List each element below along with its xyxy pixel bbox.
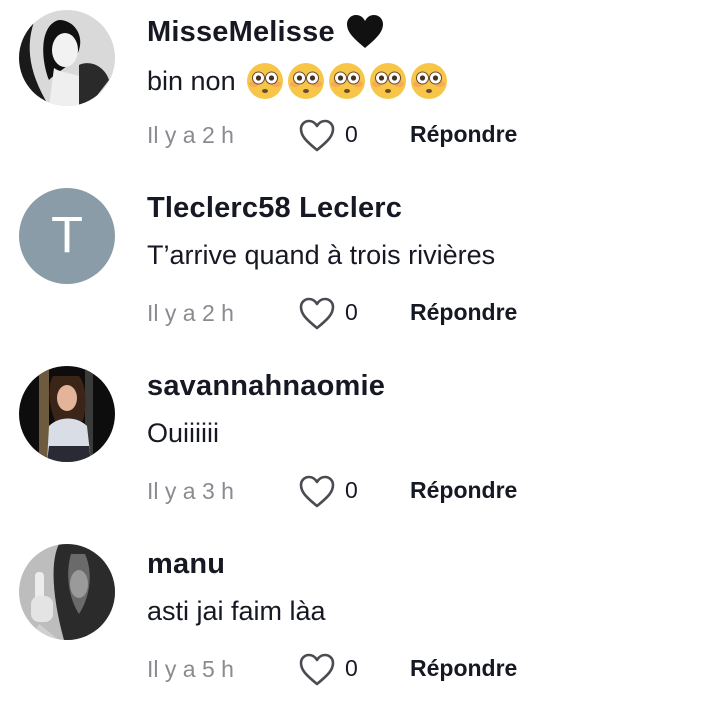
like-count: 0 [345, 121, 358, 147]
like-count: 0 [345, 477, 358, 503]
comment-text: T’arrive quand à trois rivières [147, 240, 495, 271]
comment-item: MisseMelisse bin non Il y a 2 h 0 Répond… [0, 0, 704, 178]
avatar-letter: T [19, 188, 115, 284]
reply-button[interactable]: Répondre [410, 299, 517, 326]
like-count: 0 [345, 655, 358, 681]
like-button[interactable] [297, 118, 337, 154]
comment-list: MisseMelisse bin non Il y a 2 h 0 Répond… [0, 0, 704, 720]
comment-item: savannahnaomie Ouiiiiii Il y a 3 h 0 Rép… [0, 356, 704, 534]
avatar[interactable] [19, 366, 115, 462]
comment-text-content: bin non [147, 65, 236, 96]
comment-text: Ouiiiiii [147, 418, 219, 449]
heart-outline-icon [299, 297, 335, 330]
comment-meta: Il y a 5 h 0 Répondre [147, 652, 667, 688]
comment-time: Il y a 3 h [147, 478, 234, 504]
flushed-face-icon [287, 63, 324, 99]
heart-outline-icon [299, 653, 335, 686]
emoji-row [246, 62, 448, 100]
comment-username[interactable]: manu [147, 548, 225, 581]
reply-button[interactable]: Répondre [410, 655, 517, 682]
avatar-photo [19, 366, 115, 462]
comment-text-content: asti jai faim làa [147, 596, 326, 626]
flushed-face-icon [410, 63, 447, 99]
like-button[interactable] [297, 652, 337, 688]
like-button[interactable] [297, 474, 337, 510]
black-heart-icon [345, 14, 385, 50]
comment-username[interactable]: Tleclerc58 Leclerc [147, 192, 402, 225]
flushed-face-icon [246, 63, 283, 99]
reply-button[interactable]: Répondre [410, 121, 517, 148]
comment-item: T Tleclerc58 Leclerc T’arrive quand à tr… [0, 178, 704, 356]
avatar[interactable] [19, 10, 115, 106]
username-text[interactable]: Tleclerc58 Leclerc [147, 192, 402, 225]
flushed-face-icon [369, 63, 406, 99]
flushed-face-icon [328, 63, 365, 99]
comment-username[interactable]: savannahnaomie [147, 370, 385, 403]
username-text[interactable]: MisseMelisse [147, 16, 335, 49]
avatar-photo [19, 544, 115, 640]
like-count: 0 [345, 299, 358, 325]
comment-text-content: T’arrive quand à trois rivières [147, 240, 496, 270]
comment-text: asti jai faim làa [147, 596, 326, 627]
comment-meta: Il y a 2 h 0 Répondre [147, 118, 667, 154]
comment-time: Il y a 2 h [147, 300, 234, 326]
comment-meta: Il y a 3 h 0 Répondre [147, 474, 667, 510]
username-text[interactable]: manu [147, 548, 225, 581]
comment-time: Il y a 5 h [147, 656, 234, 682]
username-text[interactable]: savannahnaomie [147, 370, 385, 403]
like-button[interactable] [297, 296, 337, 332]
comment-username[interactable]: MisseMelisse [147, 14, 385, 50]
comment-item: manu asti jai faim làa Il y a 5 h 0 Répo… [0, 534, 704, 712]
comment-text: bin non [147, 62, 448, 100]
comment-time: Il y a 2 h [147, 122, 234, 148]
avatar[interactable] [19, 544, 115, 640]
avatar-photo [19, 10, 115, 106]
comment-text-content: Ouiiiiii [147, 418, 220, 448]
avatar[interactable]: T [19, 188, 115, 284]
heart-outline-icon [299, 119, 335, 152]
reply-button[interactable]: Répondre [410, 477, 517, 504]
heart-outline-icon [299, 475, 335, 508]
comment-meta: Il y a 2 h 0 Répondre [147, 296, 667, 332]
